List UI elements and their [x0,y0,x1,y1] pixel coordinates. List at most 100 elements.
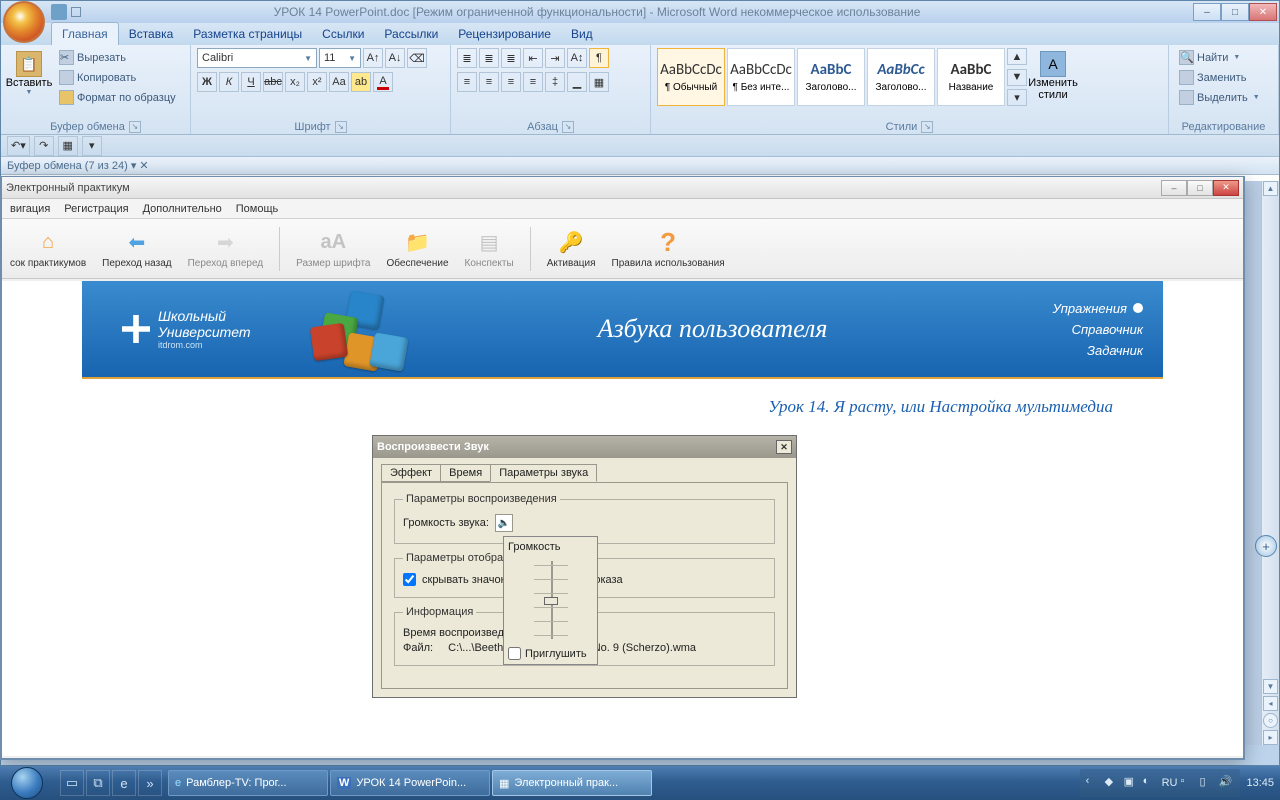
superscript-button[interactable]: x² [307,72,327,92]
style-h1[interactable]: AaBbCЗаголово... [797,48,865,106]
scroll-down[interactable]: ▼ [1263,679,1278,694]
prev-page[interactable]: ◂ [1263,696,1278,711]
subscript-button[interactable]: x₂ [285,72,305,92]
para-launcher[interactable]: ↘ [562,121,574,133]
ql-desktop-icon[interactable]: ▭ [60,770,84,796]
font-color-button[interactable]: A [373,72,393,92]
hide-icon-checkbox[interactable] [403,573,416,586]
tab-layout[interactable]: Разметка страницы [183,23,312,45]
align-left-button[interactable]: ≡ [457,72,477,92]
underline-button[interactable]: Ч [241,72,261,92]
app2-body[interactable]: Школьный Университет itdrom.com Азбука п… [2,281,1243,756]
ql-ie-icon[interactable]: e [112,770,136,796]
close-button[interactable]: ✕ [1249,3,1277,21]
clipboard-launcher[interactable]: ↘ [129,121,141,133]
style-h2[interactable]: AaBbCcЗаголово... [867,48,935,106]
line-spacing-button[interactable]: ‡ [545,72,565,92]
menu-more[interactable]: Дополнительно [143,203,222,215]
tb-activate[interactable]: 🔑Активация [547,228,596,269]
pilcrow-button[interactable]: ¶ [589,48,609,68]
find-button[interactable]: 🔍Найти▼ [1175,48,1264,67]
tb-fwd[interactable]: ➡Переход вперед [188,228,264,269]
tb-rules[interactable]: ?Правила использования [612,228,725,269]
shrink-font-button[interactable]: A↓ [385,48,405,68]
tab-view[interactable]: Вид [561,23,603,45]
volume-slider[interactable] [508,557,593,643]
tab-mail[interactable]: Рассылки [374,23,448,45]
tray-battery-icon[interactable]: ▯ [1199,775,1215,791]
tab-refs[interactable]: Ссылки [312,23,374,45]
case-button[interactable]: Aa [329,72,349,92]
qat-4[interactable]: ▾ [82,136,102,156]
zoom-indicator[interactable]: + [1255,535,1277,557]
qat-save-icon[interactable] [51,4,67,20]
nav-reference[interactable]: Справочник [1072,322,1143,337]
app2-max[interactable]: □ [1187,180,1213,196]
replace-button[interactable]: Заменить [1175,68,1264,87]
tray-net-icon[interactable]: ▣ [1124,775,1140,791]
multilist-button[interactable]: ≣ [501,48,521,68]
bullets-button[interactable]: ≣ [457,48,477,68]
tb-back[interactable]: ⬅Переход назад [102,228,171,269]
change-styles-button[interactable]: A Изменить стили [1023,48,1083,104]
nav-tasks[interactable]: Задачник [1087,343,1143,358]
tb-provide[interactable]: 📁Обеспечение [387,228,449,269]
redo-button[interactable]: ↷ [34,136,54,156]
menu-nav[interactable]: вигация [10,203,50,215]
numbering-button[interactable]: ≣ [479,48,499,68]
paste-button[interactable]: 📋 Вставить ▼ [7,48,51,99]
mute-row[interactable]: Приглушить [508,647,593,660]
undo-button[interactable]: ↶▾ [7,136,30,156]
style-normal[interactable]: AaBbCcDc¶ Обычный [657,48,725,106]
indent-dec-button[interactable]: ⇤ [523,48,543,68]
dialog-close[interactable]: ✕ [776,440,792,454]
tab-sound-params[interactable]: Параметры звука [490,464,597,482]
start-button[interactable] [0,766,54,800]
vscrollbar[interactable]: ▲ ▼ ◂ ○ ▸ [1261,181,1279,745]
office-button[interactable] [3,1,45,43]
tray-flag-icon[interactable]: ▫ [1180,775,1196,791]
sort-button[interactable]: A↕ [567,48,587,68]
menu-help[interactable]: Помощь [236,203,279,215]
font-launcher[interactable]: ↘ [335,121,347,133]
lang-indicator[interactable]: RU [1162,777,1178,789]
maximize-button[interactable]: □ [1221,3,1249,21]
tab-review[interactable]: Рецензирование [448,23,561,45]
tray-arrow-icon[interactable]: ‹ [1086,775,1102,791]
browse-object[interactable]: ○ [1263,713,1278,728]
font-name-combo[interactable]: Calibri▼ [197,48,317,68]
style-title[interactable]: AaBbCНазвание [937,48,1005,106]
next-page[interactable]: ▸ [1263,730,1278,745]
style-nospacing[interactable]: AaBbCcDc¶ Без инте... [727,48,795,106]
qat-3[interactable]: ▦ [58,136,78,156]
nav-exercises[interactable]: Упражнения [1053,301,1143,316]
slider-thumb[interactable] [544,597,558,605]
mute-checkbox[interactable] [508,647,521,660]
menu-reg[interactable]: Регистрация [64,203,128,215]
quick-access-toolbar[interactable] [51,4,81,20]
tab-time[interactable]: Время [440,464,491,482]
scroll-up[interactable]: ▲ [1263,181,1278,196]
shading-button[interactable]: ▁ [567,72,587,92]
cut-button[interactable]: ✂Вырезать [55,48,180,67]
clear-format-button[interactable]: ⌫ [407,48,427,68]
tab-effect[interactable]: Эффект [381,464,441,482]
task-browser[interactable]: eРамблер-TV: Прог... [168,770,328,796]
tray-volume-icon[interactable]: 🔊 [1218,775,1234,791]
indent-inc-button[interactable]: ⇥ [545,48,565,68]
tb-list[interactable]: ⌂сок практикумов [10,228,86,269]
align-center-button[interactable]: ≡ [479,72,499,92]
highlight-button[interactable]: ab [351,72,371,92]
grow-font-button[interactable]: A↑ [363,48,383,68]
qat-down-icon[interactable] [71,7,81,17]
task-word[interactable]: WУРОК 14 PowerPoin... [330,770,490,796]
format-painter-button[interactable]: Формат по образцу [55,88,180,107]
speaker-button[interactable]: 🔈 [495,514,513,532]
app2-min[interactable]: – [1161,180,1187,196]
borders-button[interactable]: ▦ [589,72,609,92]
select-button[interactable]: Выделить▼ [1175,88,1264,107]
app2-close[interactable]: ✕ [1213,180,1239,196]
tray-av-icon[interactable]: ◆ [1105,775,1121,791]
copy-button[interactable]: Копировать [55,68,180,87]
strike-button[interactable]: abc [263,72,283,92]
